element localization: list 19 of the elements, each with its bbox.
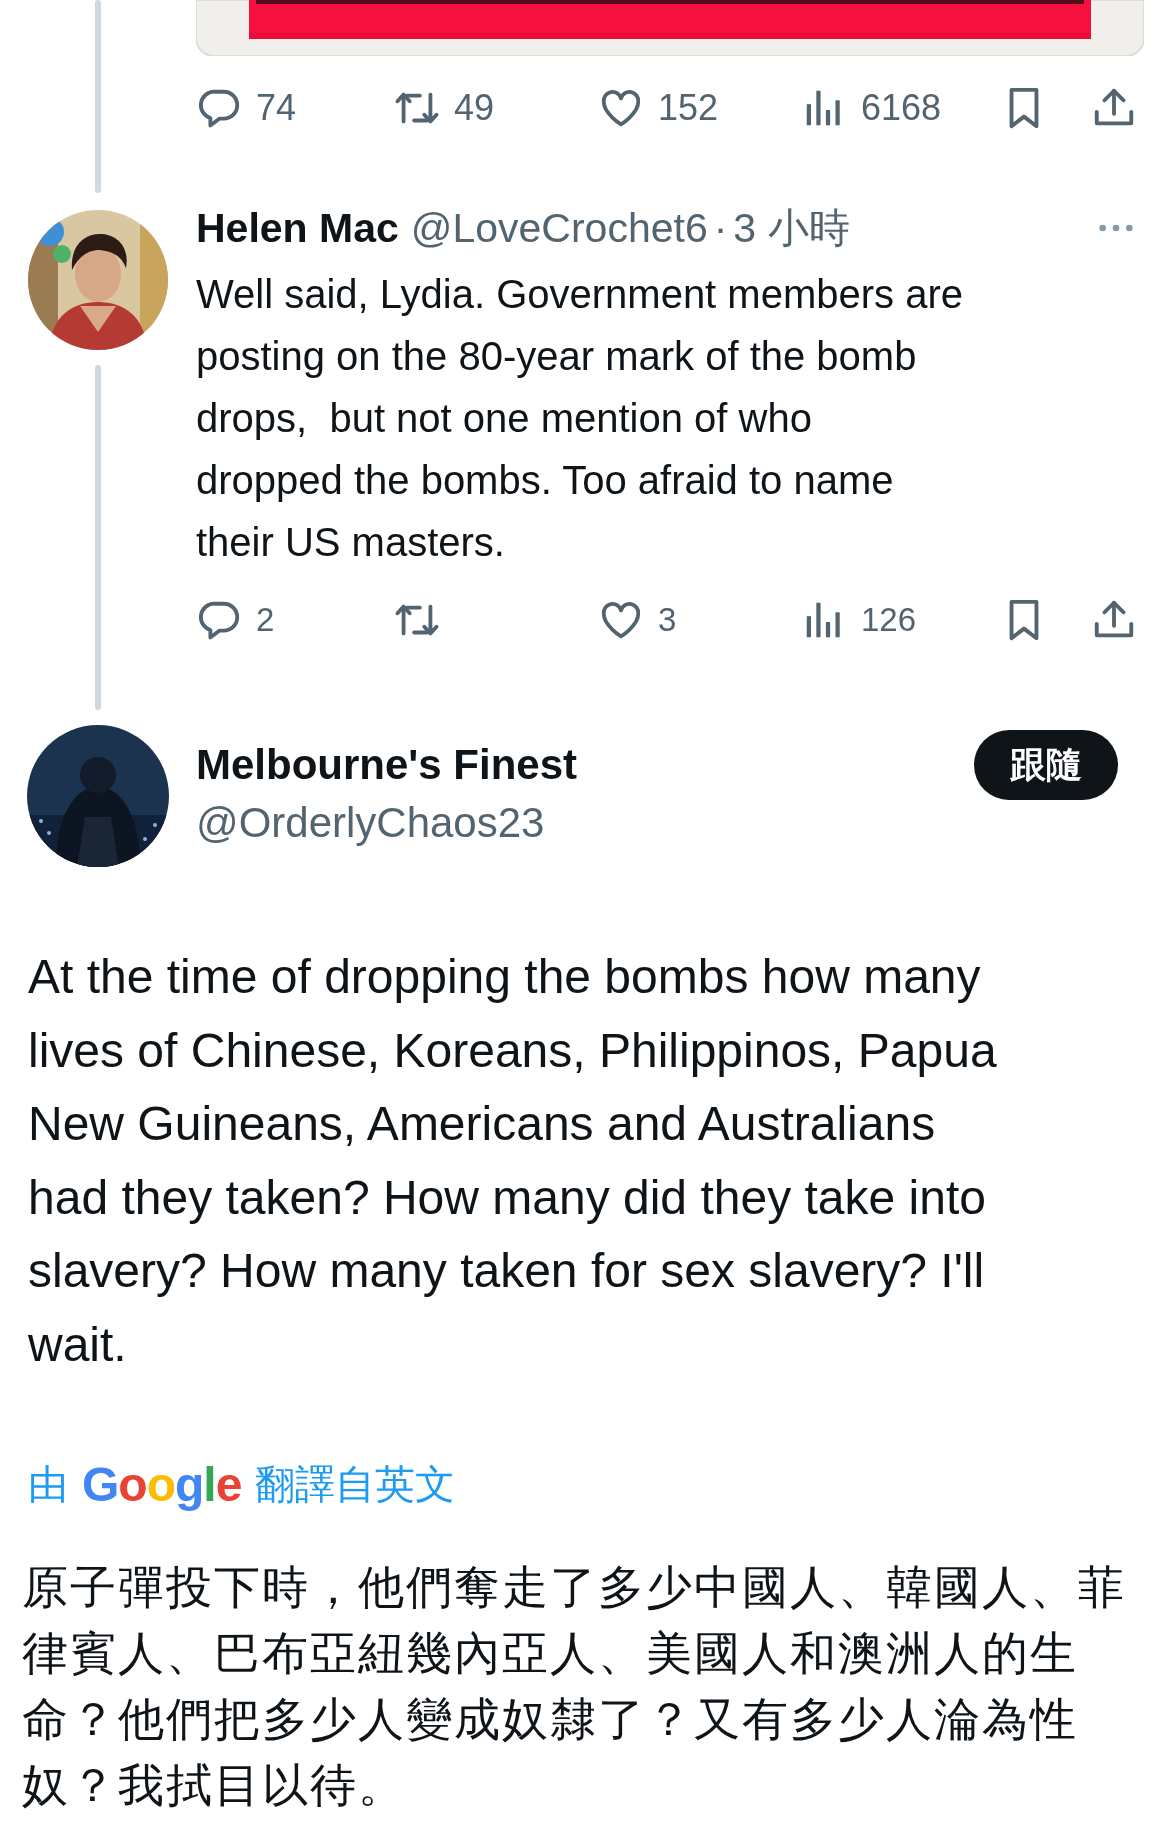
- action-count: 3: [658, 601, 677, 639]
- post-text: Well said, Lydia. Government members are posting on the 80-year mark of the bomb drops, but not one mention of who dropped the bombs. Too afraid to name their US masters.: [196, 271, 964, 566]
- action-count: 49: [454, 87, 495, 129]
- user-handle[interactable]: @LoveCrochet6: [410, 204, 708, 252]
- translated-by-label: 由: [28, 1460, 68, 1508]
- separator-dot: ·: [713, 204, 728, 252]
- user-handle[interactable]: @OrderlyChaos23: [196, 793, 578, 853]
- google-logo[interactable]: Google: [82, 1456, 242, 1512]
- post-time[interactable]: 3 小時: [733, 200, 850, 256]
- user-name[interactable]: Helen Mac: [196, 204, 399, 252]
- user-name[interactable]: Melbourne's Finest: [196, 737, 578, 793]
- post-text: At the time of dropping the bombs how many lives of Chinese, Koreans, Philippinos, Papua New Guineans, Americans and Australians had they taken? How many did they take into slavery? How many taken for sex slavery? I'll wait.: [28, 949, 998, 1373]
- action-count: 2: [256, 601, 275, 639]
- translated-text: 原子彈投下時，他們奪走了多少中國人、韓國人、菲 律賓人、巴布亞紐幾內亞人、美國人和澳洲人的生 命？他們把多少人變成奴隸了？又有多少人淪為性 奴？我拭目以待。: [22, 1560, 1127, 1813]
- action-count: 74: [256, 87, 297, 129]
- action-count: 152: [658, 87, 719, 129]
- action-count: 126: [861, 601, 917, 639]
- follow-button[interactable]: 跟隨: [974, 730, 1118, 800]
- action-count: 6168: [861, 87, 942, 129]
